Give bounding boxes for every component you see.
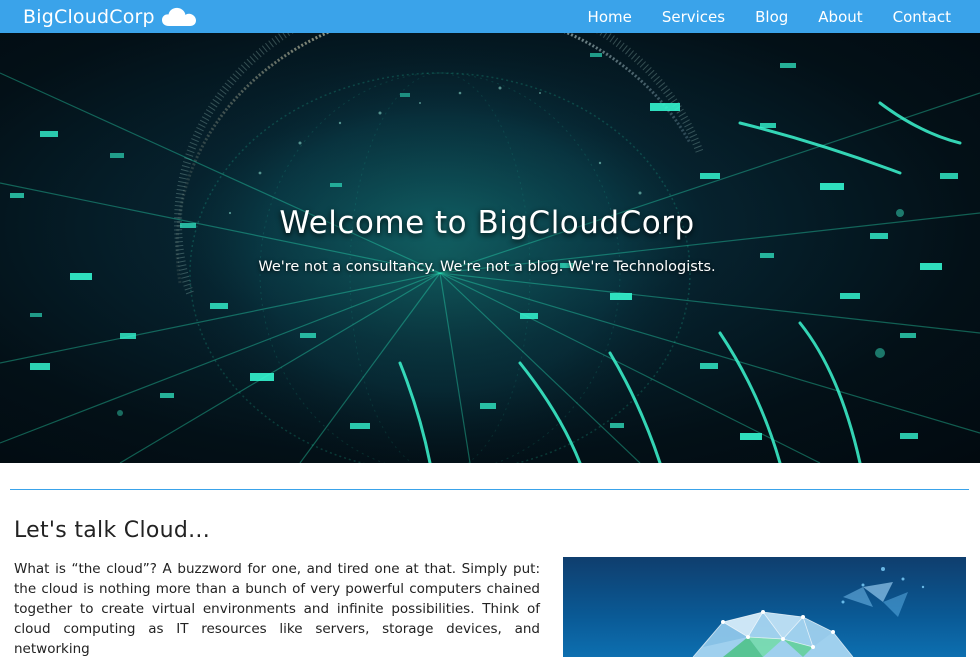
hero-subtitle: We're not a consultancy. We're not a blo… (258, 259, 716, 275)
hero-banner: Welcome to BigCloudCorp We're not a cons… (0, 33, 980, 463)
navbar: BigCloudCorp Home Services Blog About Co… (0, 0, 980, 33)
cloud-icon (161, 6, 197, 28)
nav-contact-link[interactable]: Contact (893, 8, 951, 26)
nav-menu: Home Services Blog About Contact (558, 8, 951, 26)
brand-name: BigCloudCorp (23, 5, 155, 28)
hero-title: Welcome to BigCloudCorp (279, 205, 695, 241)
section-body-text: What is “the cloud”? A buzzword for one,… (14, 561, 540, 657)
nav-services-link[interactable]: Services (662, 8, 725, 26)
section-divider (10, 489, 969, 490)
section-heading: Let's talk Cloud... (14, 518, 211, 543)
nav-blog-link[interactable]: Blog (755, 8, 788, 26)
nav-home-link[interactable]: Home (588, 8, 632, 26)
hero-background-image (0, 33, 980, 463)
nav-about-link[interactable]: About (818, 8, 862, 26)
cloud-illustration-image (563, 557, 966, 657)
brand-logo-link[interactable]: BigCloudCorp (23, 6, 197, 28)
